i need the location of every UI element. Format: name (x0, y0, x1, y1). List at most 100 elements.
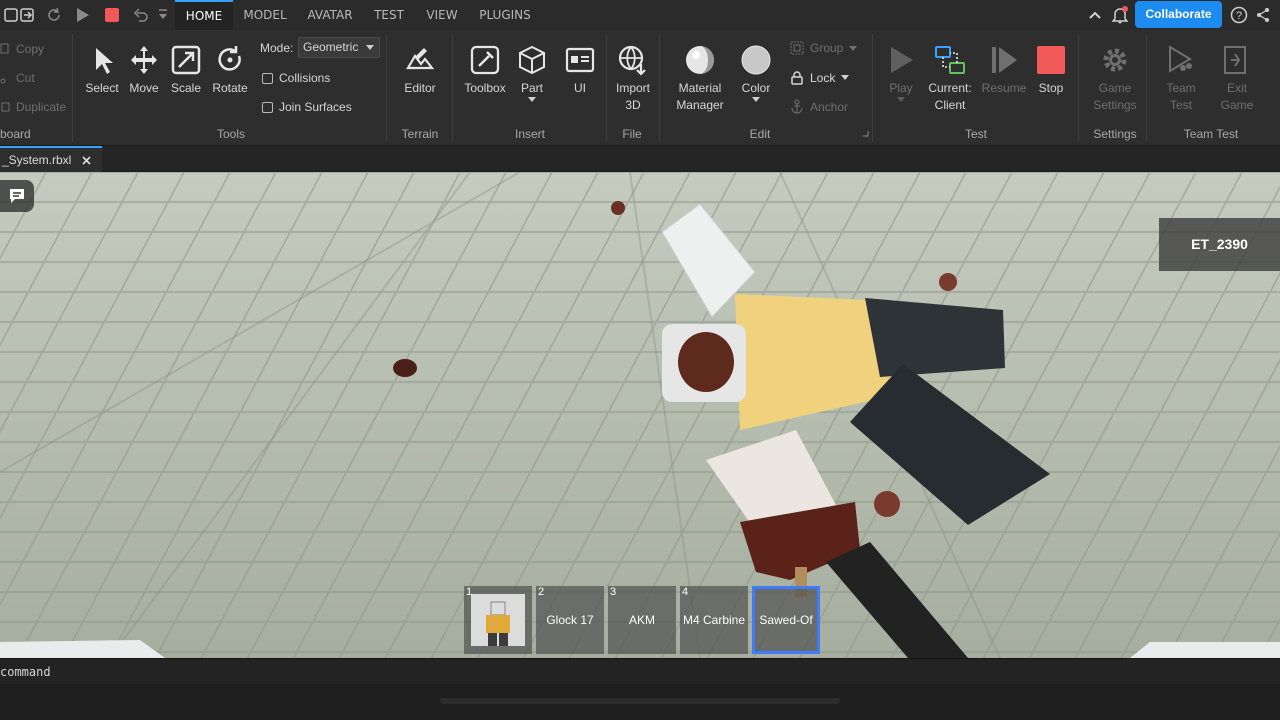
team-test-line2: Test (1169, 98, 1192, 112)
notification-bell-icon[interactable] (1111, 6, 1129, 24)
clipboard-group-label: board (0, 127, 31, 141)
player-name-tag: ET_2390 (1159, 218, 1280, 271)
copy-label: Copy (16, 42, 45, 56)
select-label: Select (85, 81, 119, 95)
file-tab[interactable]: _System.rbxl (0, 146, 102, 172)
part-label: Part (520, 81, 543, 95)
help-icon[interactable]: ? (1230, 6, 1248, 24)
exit-icon (1224, 46, 1246, 74)
tab-plugins[interactable]: PLUGINS (474, 0, 536, 30)
divider (452, 34, 453, 142)
game-settings-line1: Game (1098, 81, 1132, 95)
rotate-tool-button[interactable]: Rotate (208, 44, 252, 97)
close-icon[interactable] (82, 156, 91, 165)
current-client-button[interactable]: Current: Client (924, 44, 976, 114)
color-label: Color (741, 81, 771, 95)
material-label-line2: Manager (676, 98, 724, 112)
scale-tool-button[interactable]: Scale (166, 44, 206, 97)
scale-icon (171, 45, 201, 75)
cut-button[interactable]: Cut (0, 71, 35, 85)
anchor-label: Anchor (810, 99, 849, 114)
divider (606, 34, 607, 142)
chevron-down-icon (897, 97, 905, 102)
stop-icon[interactable] (103, 6, 121, 24)
lock-label: Lock (810, 70, 836, 85)
chevron-down-icon (528, 97, 536, 102)
terrain-group-label: Terrain (401, 127, 439, 141)
expand-corner-icon[interactable] (862, 130, 869, 137)
ui-button[interactable]: UI (560, 44, 600, 97)
ribbon-toolbar: Copy Cut Duplicate board Select Move Sca… (0, 30, 1280, 146)
exit-game-button[interactable]: Exit Game (1214, 44, 1260, 114)
settings-group-label: Settings (1093, 127, 1137, 141)
hotbar-slot-3[interactable]: 3 AKM (608, 586, 676, 654)
color-button[interactable]: Color (734, 44, 778, 102)
color-swatch-icon (741, 45, 771, 75)
blood-splat (939, 273, 957, 291)
exit-game-line1: Exit (1226, 81, 1247, 95)
hotbar-slot-4[interactable]: 4 M4 Carbine (680, 586, 748, 654)
hotbar-slot-1[interactable]: 1 (464, 586, 532, 654)
divider (1146, 34, 1147, 142)
import-3d-button[interactable]: Import 3D (610, 44, 656, 114)
redo-icon[interactable] (46, 6, 64, 24)
team-test-line1: Team (1166, 81, 1196, 95)
divider (1078, 34, 1079, 142)
rotate-label: Rotate (212, 81, 248, 95)
tab-test[interactable]: TEST (368, 0, 410, 30)
rotate-icon (218, 46, 241, 71)
game-settings-button[interactable]: Game Settings (1088, 44, 1142, 114)
tab-home[interactable]: HOME (175, 0, 233, 30)
publish-icon[interactable] (18, 6, 36, 24)
exit-game-line2: Game (1220, 98, 1254, 112)
hotbar-slot-label: AKM (628, 613, 655, 627)
tab-model[interactable]: MODEL (238, 0, 292, 30)
material-manager-button[interactable]: Material Manager (670, 44, 730, 114)
anchor-button[interactable]: Anchor (790, 99, 848, 114)
share-icon[interactable] (1254, 6, 1272, 24)
collaborate-button[interactable]: Collaborate (1135, 1, 1222, 28)
tab-view[interactable]: VIEW (420, 0, 464, 30)
customize-icon[interactable] (154, 6, 172, 24)
mode-dropdown[interactable]: Geometric (298, 37, 380, 58)
command-bar (0, 658, 1280, 685)
cut-label: Cut (16, 71, 35, 85)
part-button[interactable]: Part (512, 44, 552, 102)
tab-avatar[interactable]: AVATAR (302, 0, 358, 30)
play-icon[interactable] (74, 6, 92, 24)
material-label-line1: Material (678, 81, 722, 95)
terrain-editor-button[interactable]: Editor (396, 44, 444, 97)
hotbar-slot-2[interactable]: 2 Glock 17 (536, 586, 604, 654)
status-area (0, 684, 1280, 720)
copy-button[interactable]: Copy (0, 42, 44, 56)
duplicate-label: Duplicate (16, 100, 67, 114)
divider (386, 34, 387, 142)
horizontal-scrollbar[interactable] (440, 698, 840, 704)
join-surfaces-toggle[interactable]: Join Surfaces (262, 100, 352, 114)
collisions-toggle[interactable]: Collisions (262, 71, 330, 85)
avatar (471, 594, 525, 646)
select-tool-button[interactable]: Select (80, 44, 124, 97)
hotbar-slot-5[interactable]: Sawed-Of (752, 586, 820, 654)
duplicate-button[interactable]: Duplicate (0, 100, 66, 114)
resume-button[interactable]: Resume (980, 44, 1028, 97)
move-label: Move (129, 81, 159, 95)
mode-text: Mode: (260, 41, 294, 55)
toolbox-button[interactable]: Toolbox (460, 44, 510, 97)
client-server-icon (935, 46, 965, 74)
command-input[interactable] (0, 659, 1280, 685)
collisions-checkbox[interactable] (262, 72, 273, 84)
lock-button[interactable]: Lock (790, 70, 850, 85)
group-button[interactable]: Group (790, 41, 858, 55)
chevron-up-icon[interactable] (1086, 6, 1104, 24)
play-button[interactable]: Play (880, 44, 922, 102)
stop-button[interactable]: Stop (1030, 44, 1072, 97)
blood-splat (393, 359, 417, 377)
join-surfaces-checkbox[interactable] (262, 101, 273, 113)
team-test-button[interactable]: Team Test (1156, 44, 1206, 114)
game-viewport[interactable]: ET_2390 1 2 Glock 17 3 AKM 4 M4 Carbine … (0, 172, 1280, 658)
undo-icon[interactable] (132, 6, 150, 24)
chat-button[interactable] (0, 180, 34, 212)
move-tool-button[interactable]: Move (124, 44, 164, 97)
chevron-down-icon (849, 45, 858, 51)
